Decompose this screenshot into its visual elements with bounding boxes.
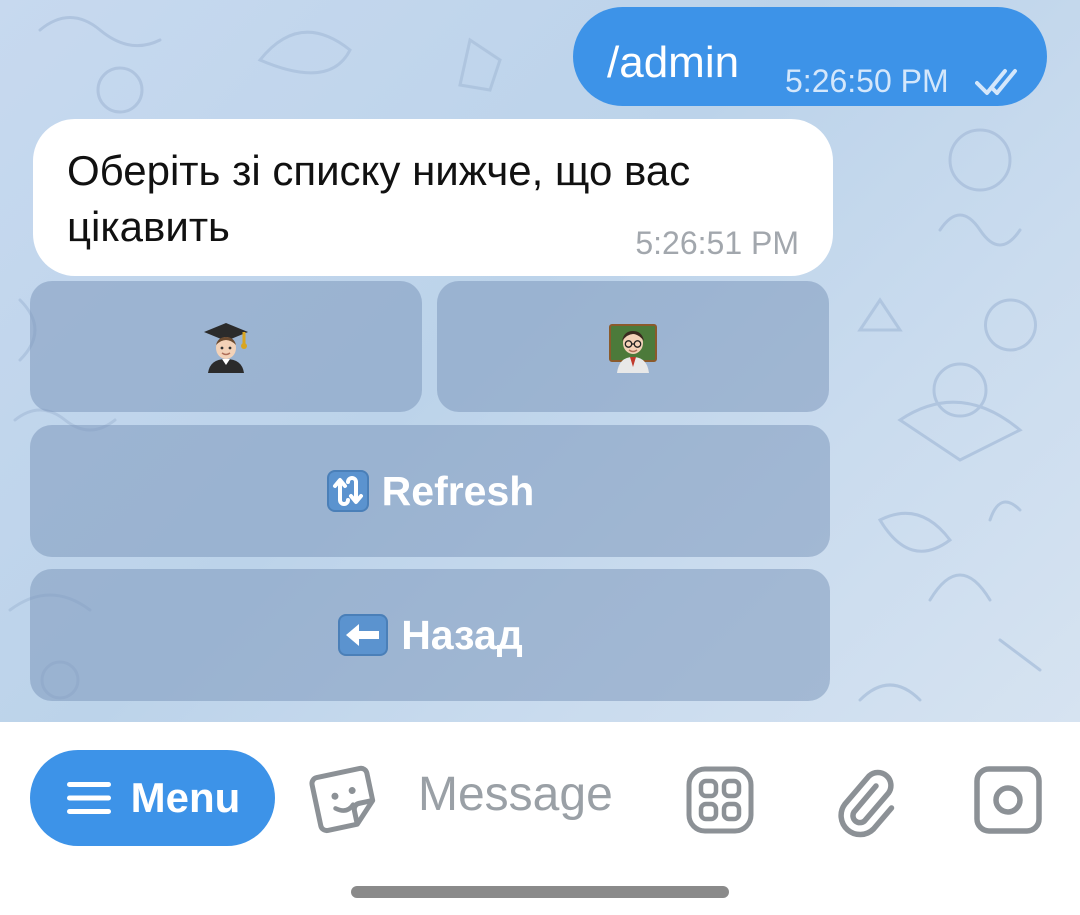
double-check-icon xyxy=(975,69,1017,95)
message-input[interactable] xyxy=(418,764,668,824)
menu-label: Menu xyxy=(130,774,241,821)
student-emoji-icon xyxy=(204,322,248,373)
outgoing-message-text: /admin xyxy=(607,38,740,87)
keyboard-button-refresh[interactable]: Refresh xyxy=(30,425,830,557)
keyboard-button-student[interactable] xyxy=(30,281,422,412)
home-indicator[interactable] xyxy=(351,886,729,898)
back-label: Назад xyxy=(401,611,523,658)
teacher-emoji-icon xyxy=(609,323,657,373)
hamburger-icon xyxy=(66,782,111,814)
refresh-arrows-icon xyxy=(326,470,369,512)
left-arrow-icon xyxy=(338,614,389,656)
sticker-icon[interactable] xyxy=(308,762,384,838)
chat-area: /admin 5:26:50 PM Оберіть зі списку нижч… xyxy=(0,0,1080,722)
paperclip-icon[interactable] xyxy=(832,762,896,838)
keyboard-button-back[interactable]: Назад xyxy=(30,569,830,701)
incoming-message-time: 5:26:51 PM xyxy=(635,225,799,261)
outgoing-message-time: 5:26:50 PM xyxy=(785,63,949,99)
message-input-bar: Menu xyxy=(0,722,1080,915)
incoming-message-bubble[interactable]: Оберіть зі списку нижче, що вас цікавить… xyxy=(33,119,833,276)
apps-grid-icon[interactable] xyxy=(686,766,754,834)
camera-icon[interactable] xyxy=(974,766,1042,834)
outgoing-message-bubble[interactable]: /admin 5:26:50 PM xyxy=(573,7,1047,106)
keyboard-button-teacher[interactable] xyxy=(437,281,829,412)
refresh-label: Refresh xyxy=(381,467,535,514)
menu-button[interactable]: Menu xyxy=(30,750,275,846)
